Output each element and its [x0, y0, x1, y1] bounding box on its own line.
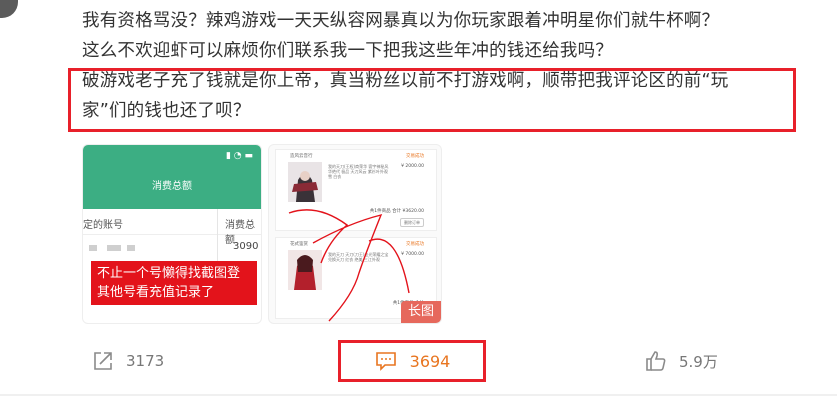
- post-line-2: 这么不欢迎虾可以麻烦你们联系我一下把我这些年冲的钱还给我吗？: [82, 41, 613, 61]
- long-image-badge: 长图: [401, 301, 441, 323]
- highlight-annotation-box: [68, 68, 796, 132]
- account-column-label: 定的账号: [83, 220, 123, 231]
- column-divider: [217, 209, 218, 269]
- phone-status-bar: ▮ ◔ ▬: [225, 151, 253, 161]
- caption-line-1: 不止一个号懒得找截图登: [97, 266, 241, 281]
- like-button[interactable]: 5.9万: [645, 345, 718, 377]
- table-header-row: 定的账号 消费总额: [83, 209, 261, 246]
- blurred-account: [107, 245, 121, 251]
- blurred-account: [89, 245, 97, 251]
- caption-line-2: 其他号看充值记录了: [97, 285, 215, 300]
- red-caption: 不止一个号懒得找截图登 其他号看充值记录了: [91, 261, 257, 305]
- comment-button[interactable]: 3694: [338, 340, 486, 382]
- avatar[interactable]: [0, 0, 18, 18]
- spending-value: 3090: [233, 241, 259, 252]
- image-thumbnail-spending-total[interactable]: ▮ ◔ ▬ 消费总额 定的账号 消费总额 3090 不止一个号懒得找截图登 其他…: [82, 144, 262, 324]
- like-count: 5.9万: [679, 352, 718, 371]
- blurred-account: [127, 245, 135, 251]
- image-thumbnail-orders[interactable]: 造风云音行 交易成功 我的天刀(王权)商荣华 寰宇神秘风华绝代 极品 天刀风云 …: [268, 144, 442, 324]
- red-scribble: [288, 209, 410, 322]
- app-header: ▮ ◔ ▬ 消费总额: [83, 145, 261, 193]
- divider: [0, 394, 837, 396]
- spending-title: 消费总额: [152, 181, 192, 192]
- header-band: [83, 193, 261, 209]
- repost-count: 3173: [126, 352, 165, 370]
- comment-icon: [375, 352, 396, 371]
- share-icon: [94, 352, 112, 370]
- repost-button[interactable]: 3173: [92, 345, 164, 377]
- post-line-1: 我有资格骂没？辣鸡游戏一天天纵容网暴真以为你玩家跟着冲明星你们就牛杯啊？: [82, 11, 720, 31]
- comment-count: 3694: [409, 351, 451, 371]
- thumbs-up-icon: [646, 351, 666, 371]
